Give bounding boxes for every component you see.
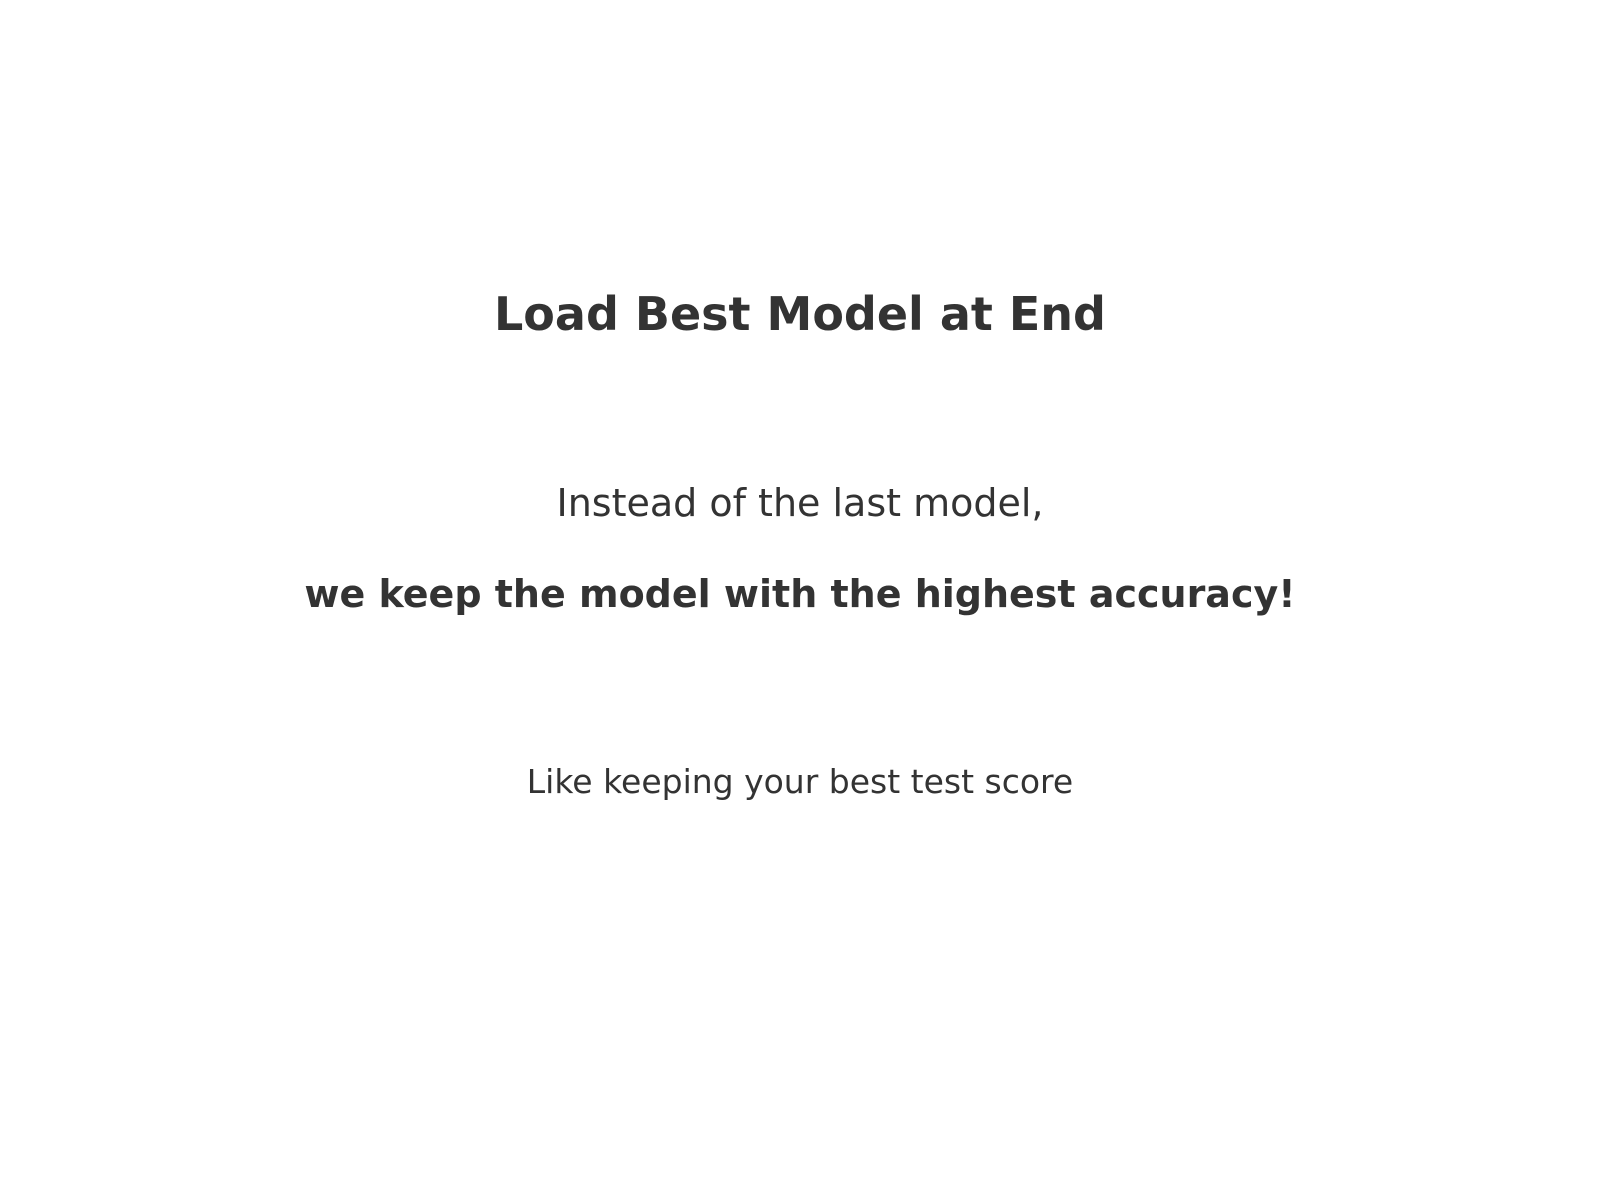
- lead-text: Instead of the last model,: [556, 481, 1044, 525]
- slide: Load Best Model at End Instead of the la…: [0, 0, 1600, 1200]
- slide-title: Load Best Model at End: [494, 287, 1106, 341]
- emphasis-text: we keep the model with the highest accur…: [304, 572, 1296, 616]
- analogy-text: Like keeping your best test score: [526, 762, 1074, 801]
